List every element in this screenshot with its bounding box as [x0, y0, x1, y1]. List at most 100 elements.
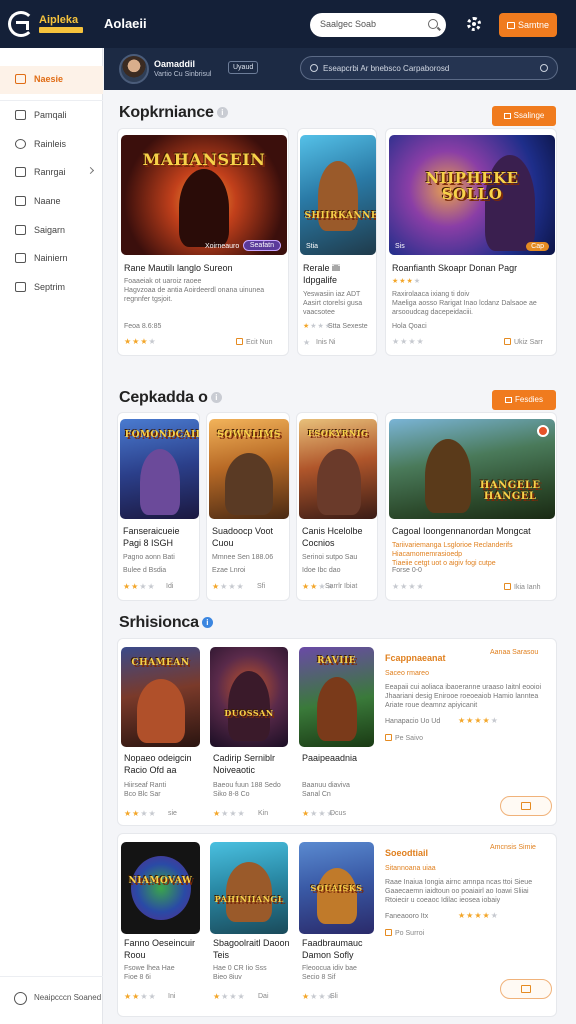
- game-art[interactable]: ESOKYRNIG: [299, 419, 377, 519]
- calendar-icon: [504, 397, 512, 403]
- logo-strip: [39, 26, 83, 33]
- avatar[interactable]: [119, 54, 149, 84]
- game-card[interactable]: FOMONDCAIIE Fanseraicueie Pagi 8 ISGH Pa…: [117, 412, 200, 601]
- sidebar-item-home[interactable]: Naesie: [0, 66, 103, 94]
- sidebar-item-label: Naesie: [34, 74, 64, 84]
- image-icon: [15, 225, 26, 235]
- featured-foot-text: Po Surroi: [395, 930, 425, 937]
- game-art-label: NIIPHEKE SOLLO: [425, 169, 519, 203]
- game-card[interactable]: SOWNLIMS Suadoocp Voot Cuou Mmnee Sen 18…: [206, 412, 290, 601]
- game-art-pill[interactable]: Seafatn: [242, 240, 281, 251]
- lock-icon: [236, 338, 243, 345]
- gear-icon[interactable]: [467, 17, 481, 31]
- filter-icon[interactable]: [540, 64, 548, 72]
- hero-figure: [140, 449, 180, 515]
- game-art[interactable]: DUOSSAN: [210, 647, 288, 747]
- game-card[interactable]: NIIPHEKE SOLLO Sis Cap Roanfianth Skoapr…: [385, 128, 557, 356]
- bookmark-icon[interactable]: [537, 425, 549, 437]
- rating-stars: ★★★★: [123, 582, 156, 591]
- app-logo[interactable]: Aipleka: [8, 9, 98, 39]
- global-search-placeholder: Eseapcrbi Ar bnebsco Carpaborosd: [323, 64, 450, 73]
- user-tag[interactable]: Uyaud: [228, 61, 259, 74]
- rating-stars: ★★★★: [212, 582, 245, 591]
- game-title[interactable]: Rane Mautilı langlo Sureon: [124, 262, 284, 274]
- info-icon[interactable]: i: [216, 107, 228, 118]
- game-title[interactable]: Canis Hcelolbe Cocnios: [302, 525, 377, 549]
- game-art[interactable]: HANGELE HANGEL: [389, 419, 555, 519]
- calendar-icon: [15, 196, 26, 206]
- featured-desc: Raae Inaiua Iongia airnc amnpa ncas ttoi…: [385, 879, 533, 904]
- sidebar-item-8[interactable]: Septrim: [0, 274, 103, 302]
- section-action-button[interactable]: Ssalinge: [492, 106, 556, 126]
- game-art[interactable]: SOUAISKS: [299, 842, 374, 934]
- featured-title[interactable]: Fcappnaeanat: [385, 653, 446, 663]
- sidebar-item-7[interactable]: Nainiern: [0, 245, 103, 273]
- game-art-label: RAVIIE: [316, 656, 357, 666]
- top-search-input[interactable]: Saalgec Soab: [310, 13, 446, 37]
- game-art[interactable]: MAHANSEIN Xoirneauro Seafatn: [121, 135, 287, 255]
- sidebar-item-5[interactable]: Naane: [0, 188, 103, 216]
- game-card[interactable]: SHIIRKANNE Stia Rerale illi Idpgalife Ye…: [297, 128, 377, 356]
- card-foot: Ikia Ianh: [504, 583, 540, 591]
- top-search-placeholder: Saalgec Soab: [320, 19, 377, 29]
- lock-icon: [504, 583, 511, 590]
- game-desc: Yeswasiin iaz ADT Aasirt ctorelsi gusa v…: [303, 291, 363, 316]
- game-title[interactable]: Cagoal Ioongennanordan Mongcat: [392, 525, 552, 537]
- lock-icon: [385, 929, 392, 936]
- section-title: Cepkadda oi: [119, 389, 222, 407]
- game-title[interactable]: Suadoocp Voot Cuou: [212, 525, 289, 549]
- game-card[interactable]: HANGELE HANGEL Cagoal Ioongennanordan Mo…: [385, 412, 557, 601]
- top-bar: Aipleka Aolaeii Saalgec Soab Samtne: [0, 0, 576, 48]
- help-icon: [14, 992, 27, 1005]
- sidebar-item-3[interactable]: Rainleis: [0, 131, 103, 159]
- top-action-button[interactable]: Samtne: [499, 13, 557, 37]
- game-art[interactable]: NIAMOVAW: [121, 842, 200, 934]
- search-icon[interactable]: [428, 19, 438, 29]
- sidebar-item-4[interactable]: Ranrgai: [0, 159, 103, 187]
- game-art-badge[interactable]: Cap: [526, 242, 549, 251]
- game-card[interactable]: ESOKYRNIG Canis Hcelolbe Cocnios Serinoi…: [296, 412, 378, 601]
- game-title[interactable]: Fanseraicueie Pagi 8 ISGH: [123, 525, 199, 549]
- game-extra: Forse 0-0: [392, 567, 422, 574]
- section-title-text: Kopkrniance: [119, 104, 214, 121]
- info-icon[interactable]: i: [201, 617, 213, 628]
- game-title[interactable]: Rerale illi Idpgalife: [303, 262, 373, 286]
- game-title[interactable]: Nopaeo odeigcin Racio Ofd aa: [124, 752, 202, 776]
- rating-stars: ★★★★: [392, 337, 425, 346]
- sidebar-item-2[interactable]: Pamqali: [0, 102, 103, 130]
- hero-figure: [317, 449, 361, 515]
- card-foot-right: Sarrlr Ibiat: [325, 583, 358, 590]
- game-title[interactable]: Roanfianth Skoapr Donan Pagr: [392, 262, 552, 274]
- game-art[interactable]: NIIPHEKE SOLLO Sis Cap: [389, 135, 555, 255]
- hero-figure: [226, 862, 272, 922]
- info-icon[interactable]: i: [210, 392, 222, 403]
- game-art[interactable]: CHAMEAN: [121, 647, 200, 747]
- game-title[interactable]: Paaipeaadnia: [302, 752, 376, 764]
- card-foot-icon-text: Ukiz: [514, 339, 528, 346]
- game-art[interactable]: PAHINIIANGL: [210, 842, 288, 934]
- featured-title[interactable]: Soeodtiail: [385, 848, 428, 858]
- sidebar-item-label: Septrim: [34, 282, 66, 292]
- open-button[interactable]: [500, 979, 552, 999]
- global-search-input[interactable]: Eseapcrbi Ar bnebsco Carpaborosd: [300, 56, 558, 80]
- chevron-right-icon[interactable]: [86, 166, 95, 175]
- game-art[interactable]: FOMONDCAIIE: [120, 419, 199, 519]
- game-title[interactable]: Sbagoolraitl Daoon Teis: [213, 937, 291, 961]
- top-action-label: Samtne: [517, 20, 550, 30]
- game-art[interactable]: RAVIIE: [299, 647, 374, 747]
- rating-stars: ★★★★: [213, 992, 246, 1001]
- game-art-label: CHAMEAN: [131, 658, 190, 668]
- game-card[interactable]: MAHANSEIN Xoirneauro Seafatn Rane Mautil…: [117, 128, 289, 356]
- sidebar-item-6[interactable]: Saigarn: [0, 217, 103, 245]
- sidebar-item-label: Ranrgai: [34, 167, 66, 177]
- open-button[interactable]: [500, 796, 552, 816]
- sidebar-footer[interactable]: Neaipcccn Soaned: [0, 976, 103, 1024]
- game-extra: Idoe Ibc dao: [302, 567, 341, 574]
- game-art[interactable]: SOWNLIMS: [209, 419, 289, 519]
- game-title[interactable]: Fanno Oeseincuir Roou: [124, 937, 202, 961]
- game-art[interactable]: SHIIRKANNE Stia: [300, 135, 376, 255]
- game-desc: Hae 0 CR Iio Sss Bieo 8iuv: [213, 965, 267, 981]
- section-action-button[interactable]: Fesdies: [492, 390, 556, 410]
- game-title[interactable]: Cadirip Serniblr Noiveaotic: [213, 752, 291, 776]
- game-title[interactable]: Faadbraumauc Damon Sofly: [302, 937, 376, 961]
